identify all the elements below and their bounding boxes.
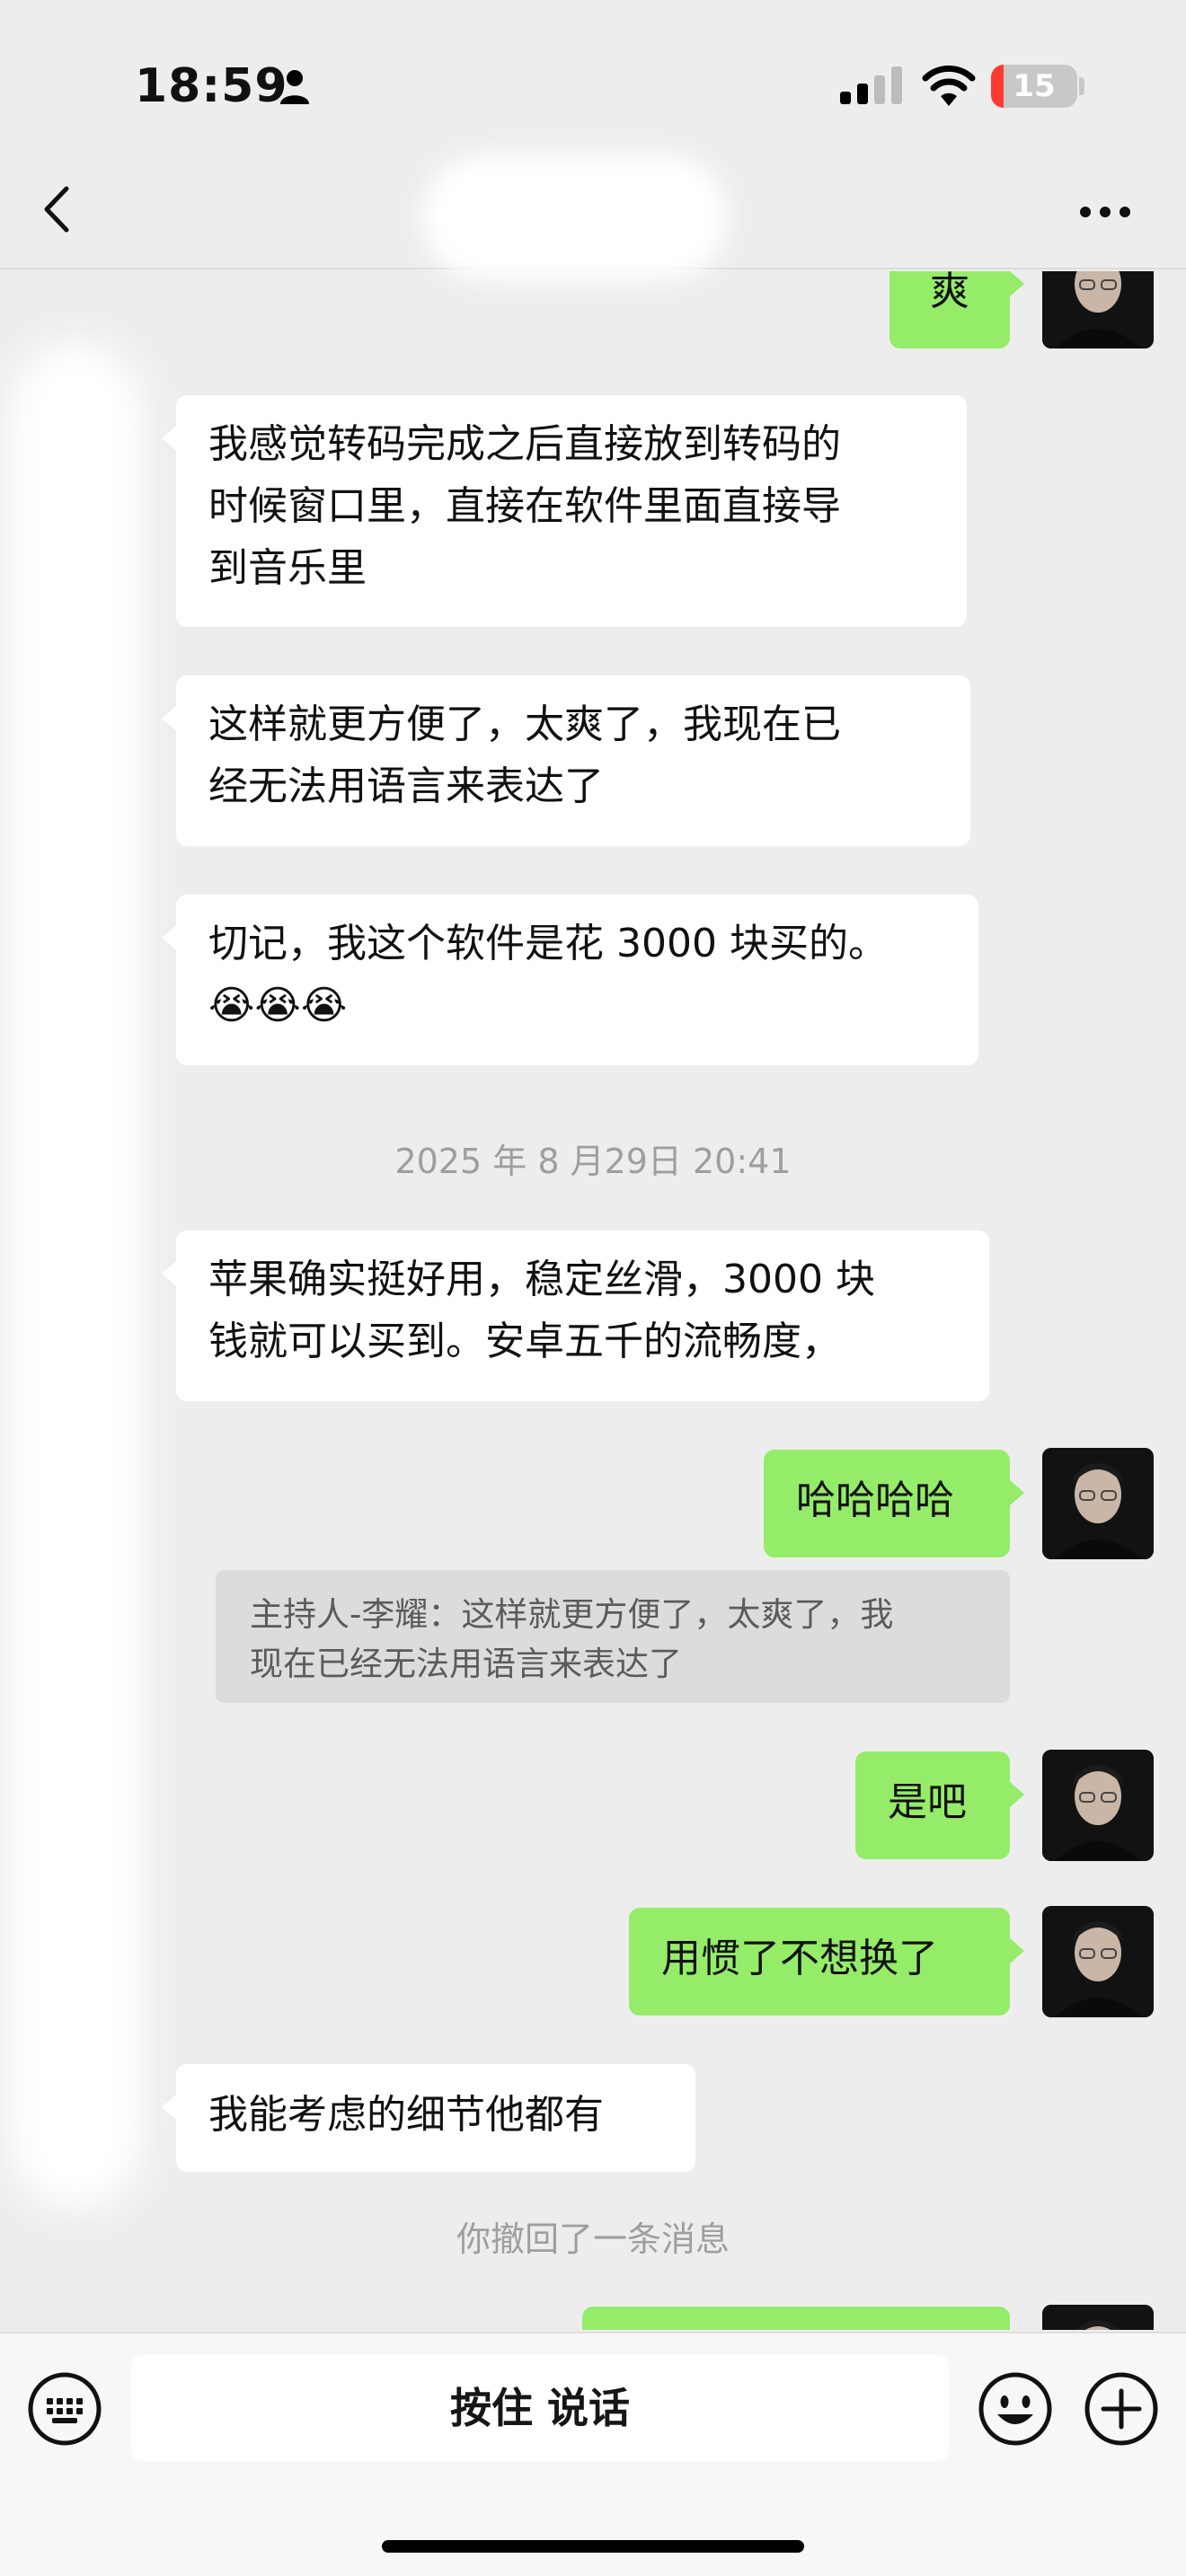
message-line-emoji: 😭😭😭: [208, 983, 348, 1028]
keyboard-icon[interactable]: [27, 2371, 102, 2447]
message-line: 钱就可以买到。安卓五千的流畅度，: [208, 1319, 841, 1364]
message-bubble-self[interactable]: 是吧: [855, 1751, 1024, 1859]
message-line: 我感觉转码完成之后直接放到转码的: [208, 421, 841, 467]
wifi-icon: [922, 65, 976, 106]
message-text: 哈哈哈哈: [796, 1478, 954, 1523]
person-icon: [280, 70, 309, 104]
more-dots-icon[interactable]: [1078, 205, 1132, 219]
message-bubble-other[interactable]: 切记，我这个软件是花 3000 块买的。 😭😭😭: [162, 895, 978, 1065]
recall-notice: 你撤回了一条消息: [456, 2219, 730, 2259]
self-portrait-icon: [1042, 1448, 1154, 1559]
battery-percent: 15: [1013, 68, 1056, 104]
message-text: 是吧: [888, 1779, 967, 1825]
chat-title-blurred: [422, 154, 728, 280]
status-time: 18:59: [135, 59, 288, 113]
message-bubble-other[interactable]: 苹果确实挺好用，稳定丝滑，3000 块 钱就可以买到。安卓五千的流畅度，: [162, 1231, 989, 1401]
cellular-signal-icon: [840, 66, 902, 104]
message-line: 苹果确实挺好用，稳定丝滑，3000 块: [208, 1257, 875, 1302]
home-indicator: [382, 2540, 804, 2553]
message-list[interactable]: 爽 我感觉转码完成之后直接放到转码的 时候窗口里，直接在软件里面直接导 到音乐里…: [0, 271, 1186, 2330]
battery-icon: 15: [991, 65, 1077, 108]
self-portrait-icon: [1042, 1750, 1154, 1861]
quote-line: 现在已经无法用语言来表达了: [250, 1645, 682, 1683]
message-bubble-self[interactable]: 用惯了不想换了: [629, 1908, 1024, 2016]
quote-line: 主持人-李耀：这样就更方便了，太爽了，我: [250, 1595, 894, 1634]
message-bubble-self[interactable]: 爽: [890, 271, 1024, 348]
message-bubble-other[interactable]: 这样就更方便了，太爽了，我现在已 经无法用语言来表达了: [162, 675, 970, 846]
quoted-message[interactable]: 主持人-李耀：这样就更方便了，太爽了，我 现在已经无法用语言来表达了: [216, 1570, 1010, 1703]
avatar-self[interactable]: [1042, 271, 1154, 348]
message-bubble-self[interactable]: 哈哈哈哈: [764, 1450, 1024, 1557]
emoji-icon[interactable]: [978, 2371, 1053, 2447]
hold-to-talk-button[interactable]: 按住 说话: [131, 2355, 949, 2461]
avatar-self[interactable]: [1042, 1448, 1154, 1559]
message-bubble-self-partial[interactable]: [582, 2307, 1010, 2330]
message-line: 切记，我这个软件是花 3000 块买的。: [208, 921, 888, 966]
avatar-self[interactable]: [1042, 1750, 1154, 1861]
chevron-left-icon[interactable]: [36, 180, 79, 239]
avatar-self[interactable]: [1042, 1906, 1154, 2017]
message-line: 到音乐里: [208, 545, 367, 591]
self-portrait-icon: [1042, 1906, 1154, 2017]
self-portrait-icon: [1042, 271, 1154, 348]
plus-icon[interactable]: [1084, 2371, 1159, 2447]
timestamp: 2025 年 8 月29日 20:41: [394, 1142, 792, 1181]
message-text: 爽: [930, 271, 969, 314]
message-bubble-other[interactable]: 我感觉转码完成之后直接放到转码的 时候窗口里，直接在软件里面直接导 到音乐里: [162, 395, 967, 627]
message-line: 时候窗口里，直接在软件里面直接导: [208, 483, 841, 529]
avatar-self[interactable]: [1042, 2305, 1154, 2330]
message-text: 用惯了不想换了: [661, 1936, 938, 1981]
message-text: 我能考虑的细节他都有: [208, 2092, 604, 2138]
message-line: 这样就更方便了，太爽了，我现在已: [208, 701, 841, 747]
self-portrait-icon: [1042, 2305, 1154, 2330]
battery-cap: [1079, 77, 1084, 95]
message-line: 经无法用语言来表达了: [208, 763, 604, 809]
message-bubble-other[interactable]: 我能考虑的细节他都有: [162, 2064, 695, 2172]
